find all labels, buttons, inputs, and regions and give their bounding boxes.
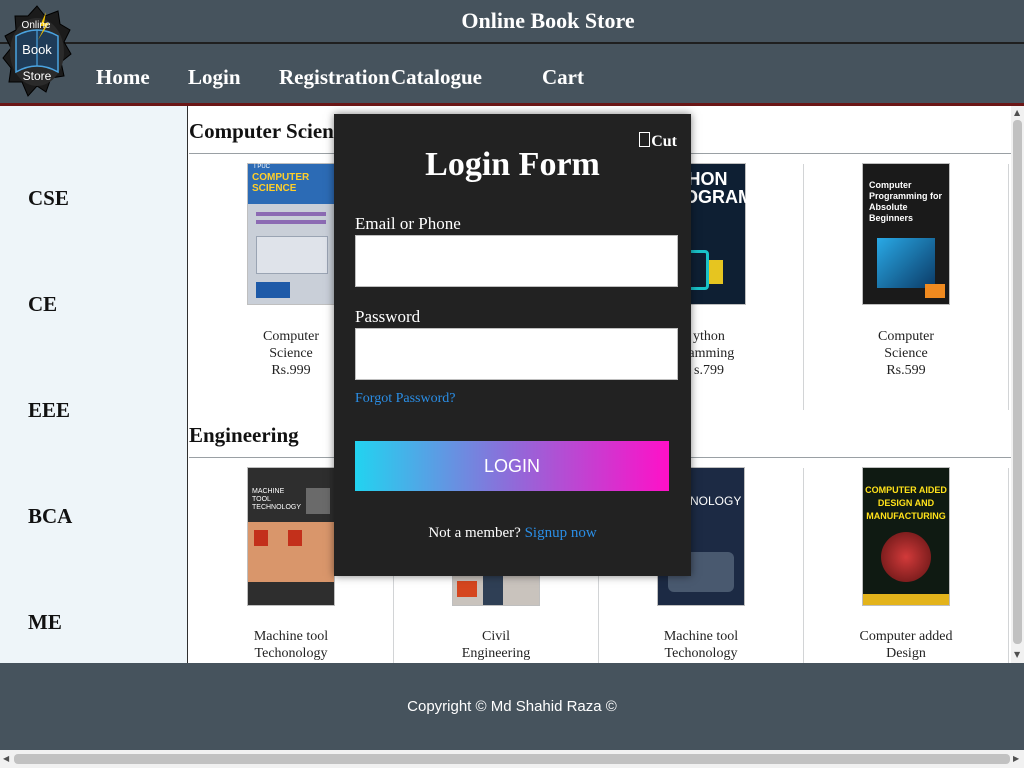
nav-home[interactable]: Home <box>96 44 150 103</box>
nav-cart[interactable]: Cart <box>542 44 584 103</box>
book-name-line: Computer added <box>859 629 953 644</box>
login-button[interactable]: LOGIN <box>355 441 669 491</box>
sidebar-item-eee[interactable]: EEE <box>28 398 70 423</box>
email-field[interactable] <box>355 235 678 287</box>
vertical-scrollbar[interactable]: ▲ ▼ <box>1011 106 1024 663</box>
forgot-password-link[interactable]: Forgot Password? <box>355 391 455 407</box>
book-info: Computer Science Rs.999 <box>231 328 351 379</box>
book-name-line: Computer <box>263 329 319 344</box>
cell-separator <box>1008 164 1009 410</box>
nav-catalogue[interactable]: Catalogue <box>391 44 482 103</box>
logo-text-online: Online <box>22 20 51 31</box>
book-name-line: Techonology <box>664 646 738 661</box>
close-icon <box>639 132 651 147</box>
book-name-line: Machine tool <box>663 629 739 644</box>
book-name-line: Science <box>884 346 928 361</box>
book-name-line: Science <box>269 346 313 361</box>
scroll-left-icon[interactable]: ◀ <box>3 754 9 763</box>
cover-title: COMPUTER SCIENCE <box>252 172 310 194</box>
signup-prompt: Not a member? <box>428 525 521 541</box>
cell-separator <box>1008 468 1009 663</box>
cover-subtitle: I PUC <box>254 164 271 170</box>
scroll-right-icon[interactable]: ▶ <box>1013 754 1019 763</box>
cover-title: MACHINE TOOL TECHNOLOGY <box>252 488 302 511</box>
nav-bar: Home Login Registration Catalogue Cart <box>0 44 1024 106</box>
book-price: Rs.999 <box>271 363 311 378</box>
signup-link[interactable]: Signup now <box>525 525 597 541</box>
book-name-line: Techonology <box>254 646 328 661</box>
book-price: Rs.599 <box>886 363 926 378</box>
sidebar-item-ce[interactable]: CE <box>28 292 57 317</box>
copyright-text: Copyright © Md Shahid Raza © <box>407 698 617 715</box>
cover-title: COMPUTER AIDED DESIGN AND MANUFACTURING <box>865 485 947 521</box>
horizontal-scrollbar[interactable]: ◀ ▶ <box>0 750 1024 768</box>
logo-text-store: Store <box>23 69 52 83</box>
footer: Copyright © Md Shahid Raza © <box>0 663 1024 750</box>
section-title-engineering: Engineering <box>189 423 299 447</box>
book-name-line: Design <box>886 646 926 661</box>
cover-title: Computer Programming for Absolute Beginn… <box>869 180 943 223</box>
logo-text-book: Book <box>22 42 52 57</box>
book-info: Machine tool Techonology <box>231 628 351 662</box>
nav-registration[interactable]: Registration <box>279 44 390 103</box>
book-name-line: Civil <box>481 629 510 644</box>
signup-row: Not a member? Signup now <box>334 525 691 542</box>
sidebar-item-bca[interactable]: BCA <box>28 504 72 529</box>
store-logo[interactable]: Online Book Store <box>2 2 72 102</box>
password-field[interactable] <box>355 328 678 380</box>
book-info: Machine tool Techonology <box>641 628 761 662</box>
cell-separator <box>803 164 804 410</box>
vertical-scroll-thumb[interactable] <box>1013 120 1022 644</box>
section-title-computer-science: Computer Science <box>189 119 353 143</box>
scroll-up-icon[interactable]: ▲ <box>1014 108 1020 117</box>
nav-login[interactable]: Login <box>188 44 241 103</box>
password-label: Password <box>355 307 421 326</box>
top-header: Online Book Store <box>0 0 1024 44</box>
book-cover-civil-engineering[interactable] <box>453 571 539 605</box>
book-cover-programming-beginners[interactable]: Computer Programming for Absolute Beginn… <box>863 164 949 304</box>
book-cover-computer-science[interactable]: COMPUTER SCIENCE I PUC <box>248 164 334 304</box>
sidebar-item-me[interactable]: ME <box>28 610 62 635</box>
book-info: Computer Science Rs.599 <box>846 328 966 379</box>
login-modal: Cut Login Form Email or Phone Password F… <box>334 114 691 576</box>
book-cover-machine-tool[interactable]: MACHINE TOOL TECHNOLOGY <box>248 468 334 605</box>
book-name-line: Machine tool <box>253 629 329 644</box>
book-name-line: Computer <box>878 329 934 344</box>
book-name-line: Engineering <box>461 646 531 661</box>
book-info: Civil Engineering <box>436 628 556 662</box>
cell-separator <box>803 468 804 663</box>
email-label: Email or Phone <box>355 214 461 233</box>
book-info: Computer added Design <box>846 628 966 662</box>
horizontal-scroll-thumb[interactable] <box>14 754 1010 764</box>
form-title: Login Form <box>425 146 600 183</box>
book-cover-cad-cam[interactable]: COMPUTER AIDED DESIGN AND MANUFACTURING <box>863 468 949 605</box>
category-sidebar: CSE CE EEE BCA ME <box>0 106 188 663</box>
sidebar-item-cse[interactable]: CSE <box>28 186 69 211</box>
site-title: Online Book Store <box>461 8 635 33</box>
scroll-down-icon[interactable]: ▼ <box>1014 650 1020 659</box>
